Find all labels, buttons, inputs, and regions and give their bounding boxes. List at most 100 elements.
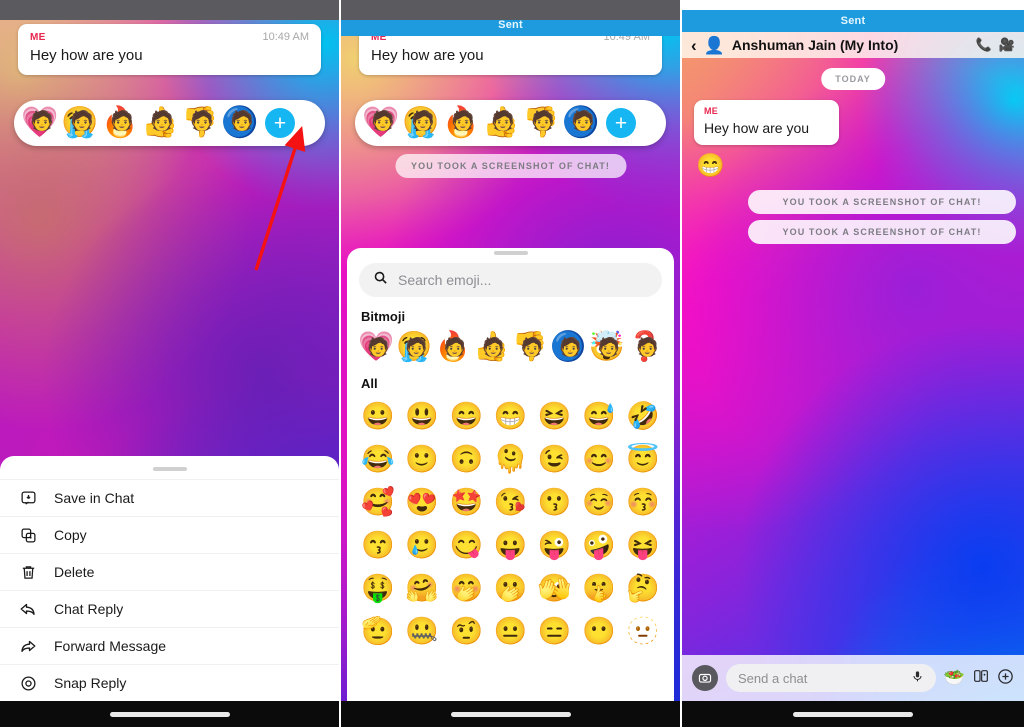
emoji-cell[interactable]: 😂 xyxy=(359,440,397,478)
emoji-cell[interactable]: 🤑 xyxy=(359,569,397,607)
home-indicator[interactable] xyxy=(109,711,230,717)
section-title-bitmoji: Bitmoji xyxy=(361,309,406,324)
message-bubble[interactable]: ME Hey how are you xyxy=(694,100,839,145)
reaction-thumbs-up-bitmoji[interactable]: 👍 🧑 xyxy=(482,105,519,141)
thumbs-down-bitmoji-icon: 👎 🧑 xyxy=(522,105,559,141)
emoji-cell[interactable]: 🫥 xyxy=(624,612,662,650)
reaction-thumbs-up-bitmoji[interactable]: 👍 🧑 xyxy=(141,105,178,141)
picker-thumbs-down-bitmoji[interactable]: 👎 🧑 xyxy=(512,330,548,364)
emoji-cell[interactable]: 😶 xyxy=(580,612,618,650)
send-chat-input[interactable]: Send a chat xyxy=(726,664,936,692)
reaction-neutral-bitmoji[interactable]: 🔵 🧑 xyxy=(562,105,599,141)
reaction-thumbs-down-bitmoji[interactable]: 👎 🧑 xyxy=(522,105,559,141)
microphone-icon[interactable] xyxy=(911,670,924,687)
video-camera-icon[interactable]: 🎥 xyxy=(999,37,1015,53)
stickers-icon[interactable] xyxy=(973,668,989,688)
emoji-cell[interactable]: 🤨 xyxy=(447,612,485,650)
bitmoji-bowl-icon[interactable]: 🥗 xyxy=(944,668,965,688)
back-chevron-icon[interactable]: ‹ xyxy=(691,37,697,54)
home-bar xyxy=(682,701,1024,727)
add-reaction-button[interactable]: + xyxy=(606,108,636,138)
emoji-cell[interactable]: 😊 xyxy=(580,440,618,478)
emoji-cell[interactable]: 🙂 xyxy=(403,440,441,478)
menu-item-chat-reply[interactable]: Chat Reply xyxy=(0,590,339,627)
emoji-cell[interactable]: 😘 xyxy=(491,483,529,521)
emoji-cell[interactable]: 🫡 xyxy=(359,612,397,650)
home-indicator[interactable] xyxy=(450,711,571,717)
emoji-row: 😂 🙂 🙃 🫠 😉 😊 😇 xyxy=(359,440,662,478)
emoji-cell[interactable]: 🤪 xyxy=(580,526,618,564)
reaction-crying-bitmoji[interactable]: 😭 🧑 xyxy=(61,105,98,141)
emoji-cell[interactable]: 😍 xyxy=(403,483,441,521)
emoji-cell[interactable]: 😐 xyxy=(491,612,529,650)
emoji-cell[interactable]: 😙 xyxy=(359,526,397,564)
picker-thumbs-up-bitmoji[interactable]: 👍 🧑 xyxy=(473,330,509,364)
reaction-fire-bitmoji[interactable]: 🔥 🧑 xyxy=(101,105,138,141)
reaction-thumbs-down-bitmoji[interactable]: 👎 🧑 xyxy=(181,105,218,141)
crying-bitmoji-icon: 😭 🧑 xyxy=(61,105,98,141)
emoji-cell[interactable]: 😝 xyxy=(624,526,662,564)
sheet-grabber[interactable] xyxy=(493,251,528,255)
emoji-cell[interactable]: 😉 xyxy=(536,440,574,478)
reaction-heart-bitmoji[interactable]: 💗 🧑 xyxy=(21,105,58,141)
add-reaction-button[interactable]: + xyxy=(265,108,295,138)
reaction-heart-bitmoji[interactable]: 💗 🧑 xyxy=(362,105,399,141)
phone-icon[interactable]: 📞 xyxy=(976,37,992,53)
reaction-tray[interactable]: 💗 🧑 😭 🧑 🔥 🧑 👍 🧑 👎 🧑 🔵 🧑 + xyxy=(14,100,325,146)
reaction-neutral-bitmoji[interactable]: 🔵 🧑 xyxy=(221,105,258,141)
emoji-cell[interactable]: 😋 xyxy=(447,526,485,564)
emoji-cell[interactable]: 🤭 xyxy=(447,569,485,607)
emoji-cell[interactable]: 🫠 xyxy=(491,440,529,478)
emoji-cell[interactable]: ☺️ xyxy=(580,483,618,521)
emoji-cell[interactable]: 🤗 xyxy=(403,569,441,607)
picker-neutral-bitmoji[interactable]: 🔵 🧑 xyxy=(550,330,586,364)
message-reaction[interactable]: 😁 xyxy=(696,152,725,179)
emoji-cell[interactable]: 🥰 xyxy=(359,483,397,521)
reaction-fire-bitmoji[interactable]: 🔥 🧑 xyxy=(442,105,479,141)
emoji-cell[interactable]: 😜 xyxy=(536,526,574,564)
emoji-cell[interactable]: 😗 xyxy=(536,483,574,521)
avatar[interactable]: 👤 xyxy=(704,37,725,54)
home-bar xyxy=(0,701,339,727)
menu-item-save-in-chat[interactable]: Save in Chat xyxy=(0,479,339,516)
picker-crying-bitmoji[interactable]: 😭 🧑 xyxy=(396,330,432,364)
reaction-crying-bitmoji[interactable]: 😭 🧑 xyxy=(402,105,439,141)
camera-icon[interactable] xyxy=(692,665,718,691)
picker-question-bitmoji[interactable]: ❓ 🧑 xyxy=(627,330,663,364)
menu-item-snap-reply[interactable]: Snap Reply xyxy=(0,664,339,701)
emoji-cell[interactable]: 🫣 xyxy=(536,569,574,607)
emoji-cell[interactable]: 🤫 xyxy=(580,569,618,607)
emoji-cell[interactable]: 🤩 xyxy=(447,483,485,521)
picker-heart-bitmoji[interactable]: 💗 🧑 xyxy=(358,330,394,364)
emoji-cell[interactable]: 😆 xyxy=(536,397,574,435)
emoji-cell[interactable]: 😀 xyxy=(359,397,397,435)
search-input[interactable]: Search emoji... xyxy=(359,263,662,297)
emoji-cell[interactable]: 🤣 xyxy=(624,397,662,435)
menu-item-copy[interactable]: Copy xyxy=(0,516,339,553)
menu-label: Save in Chat xyxy=(54,490,135,506)
emoji-cell[interactable]: 😑 xyxy=(536,612,574,650)
home-indicator[interactable] xyxy=(793,711,913,717)
emoji-cell[interactable]: 😇 xyxy=(624,440,662,478)
emoji-cell[interactable]: 🙃 xyxy=(447,440,485,478)
menu-item-delete[interactable]: Delete xyxy=(0,553,339,590)
message-bubble[interactable]: ME 10:49 AM Hey how are you xyxy=(18,24,321,75)
emoji-cell[interactable]: 😛 xyxy=(491,526,529,564)
emoji-cell[interactable]: 🤔 xyxy=(624,569,662,607)
emoji-cell[interactable]: 🫢 xyxy=(491,569,529,607)
sheet-grabber[interactable] xyxy=(152,467,187,471)
plus-icon[interactable] xyxy=(997,668,1014,689)
emoji-cell[interactable]: 😁 xyxy=(491,397,529,435)
picker-fire-bitmoji[interactable]: 🔥 🧑 xyxy=(435,330,471,364)
emoji-cell[interactable]: 😃 xyxy=(403,397,441,435)
menu-item-forward-message[interactable]: Forward Message xyxy=(0,627,339,664)
emoji-cell[interactable]: 😄 xyxy=(447,397,485,435)
reaction-tray[interactable]: 💗 🧑 😭 🧑 🔥 🧑 👍 🧑 👎 🧑 🔵 🧑 + xyxy=(355,100,666,146)
emoji-cell[interactable]: 🥲 xyxy=(403,526,441,564)
emoji-cell[interactable]: 😅 xyxy=(580,397,618,435)
emoji-cell[interactable]: 🤐 xyxy=(403,612,441,650)
crying-bitmoji-icon: 😭 🧑 xyxy=(402,105,439,141)
emoji-cell[interactable]: 😚 xyxy=(624,483,662,521)
message-text: Hey how are you xyxy=(704,120,810,136)
picker-mind-blown-bitmoji[interactable]: 🤯 🧑 xyxy=(588,330,624,364)
